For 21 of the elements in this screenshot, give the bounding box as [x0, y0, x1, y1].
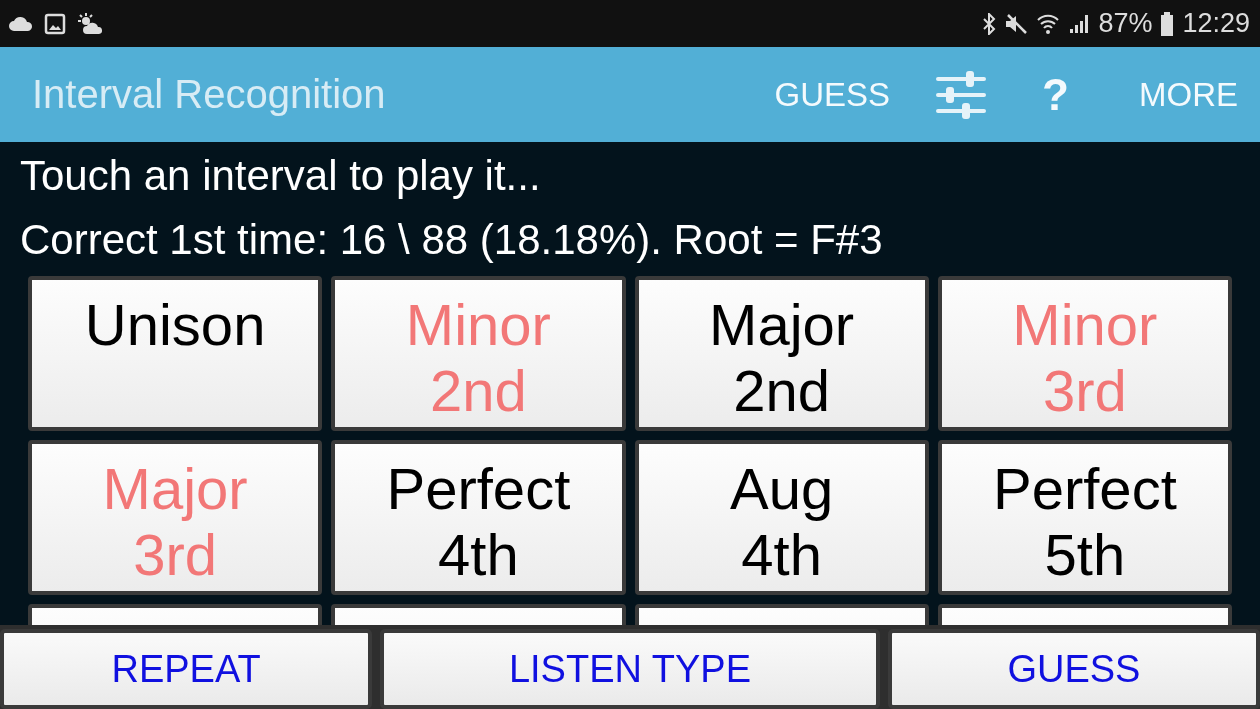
image-icon [44, 12, 66, 35]
cloud-icon [8, 14, 34, 33]
action-button[interactable]: GUESS [887, 629, 1260, 709]
score-text: Correct 1st time: 16 \ 88 (18.18%). Root = F#3 [20, 215, 884, 265]
app-title: Interval Recognition [32, 72, 386, 117]
signal-icon [1068, 12, 1091, 35]
battery-percentage: 87% [1098, 8, 1153, 39]
settings-sliders-icon[interactable] [936, 68, 987, 121]
interval-button[interactable]: Major 2nd [634, 276, 929, 431]
action-button[interactable]: LISTEN TYPE [380, 629, 880, 709]
interval-button[interactable]: Unison [28, 276, 323, 431]
interval-button[interactable]: Perfect 5th [937, 440, 1232, 595]
instruction-text: Touch an interval to play it... [20, 151, 542, 201]
muted-speaker-icon [1004, 12, 1029, 35]
wifi-icon [1036, 12, 1061, 35]
battery-icon [1160, 11, 1175, 36]
clock-time: 12:29 [1182, 8, 1250, 39]
action-button[interactable]: REPEAT [0, 629, 373, 709]
interval-button[interactable]: Aug 4th [634, 440, 929, 595]
interval-button[interactable]: Perfect 4th [331, 440, 626, 595]
bluetooth-icon [982, 12, 997, 35]
